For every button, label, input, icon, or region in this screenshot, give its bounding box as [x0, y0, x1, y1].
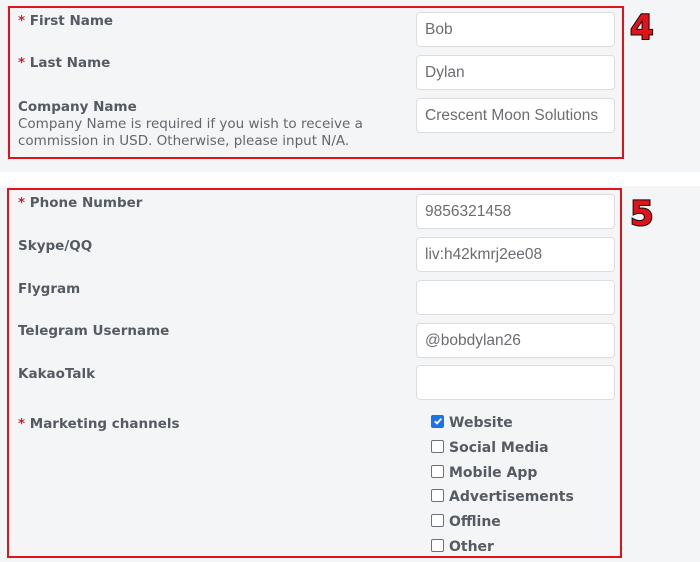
first-name-input[interactable] [416, 12, 615, 47]
marketing-option-social-media[interactable]: Social Media [431, 439, 549, 456]
phone-number-input[interactable] [416, 194, 615, 229]
first-name-label: * First Name [18, 13, 114, 29]
phone-number-label: * Phone Number [18, 195, 143, 211]
personal-info-section: 4 * First Name * Last Name Company Name … [0, 0, 700, 172]
required-asterisk: * [18, 55, 26, 71]
company-name-label: Company Name [18, 99, 137, 115]
checkbox[interactable] [431, 464, 444, 478]
checkbox[interactable] [431, 538, 444, 552]
step-badge-5: 5 [629, 194, 655, 234]
required-asterisk: * [18, 416, 26, 432]
checkbox[interactable] [431, 439, 444, 453]
last-name-label: * Last Name [18, 55, 111, 71]
checkbox[interactable] [431, 488, 444, 502]
company-name-help-text: Company Name is required if you wish to … [18, 116, 363, 149]
checkbox-checked[interactable] [431, 414, 444, 428]
skype-qq-label: Skype/QQ [18, 238, 93, 254]
checkbox[interactable] [431, 513, 444, 527]
marketing-option-other[interactable]: Other [431, 538, 494, 555]
skype-qq-input[interactable] [416, 237, 615, 272]
flygram-label: Flygram [18, 281, 81, 297]
company-name-input[interactable] [416, 98, 615, 133]
required-asterisk: * [18, 13, 26, 29]
step-badge-4: 4 [629, 8, 655, 48]
marketing-option-website[interactable]: Website [431, 414, 513, 431]
kakaotalk-label: KakaoTalk [18, 366, 96, 382]
telegram-username-label: Telegram Username [18, 323, 170, 339]
checkmark-icon [433, 417, 442, 425]
required-asterisk: * [18, 195, 26, 211]
contact-info-section: 5 * Phone Number Skype/QQ Flygram Telegr… [0, 186, 700, 562]
telegram-username-input[interactable] [416, 323, 615, 358]
flygram-input[interactable] [416, 280, 615, 315]
marketing-option-advertisements[interactable]: Advertisements [431, 488, 574, 505]
kakaotalk-input[interactable] [416, 365, 615, 400]
last-name-input[interactable] [416, 55, 615, 90]
marketing-option-offline[interactable]: Offline [431, 513, 501, 530]
marketing-option-mobile-app[interactable]: Mobile App [431, 464, 537, 481]
marketing-channels-label: * Marketing channels [18, 416, 180, 432]
